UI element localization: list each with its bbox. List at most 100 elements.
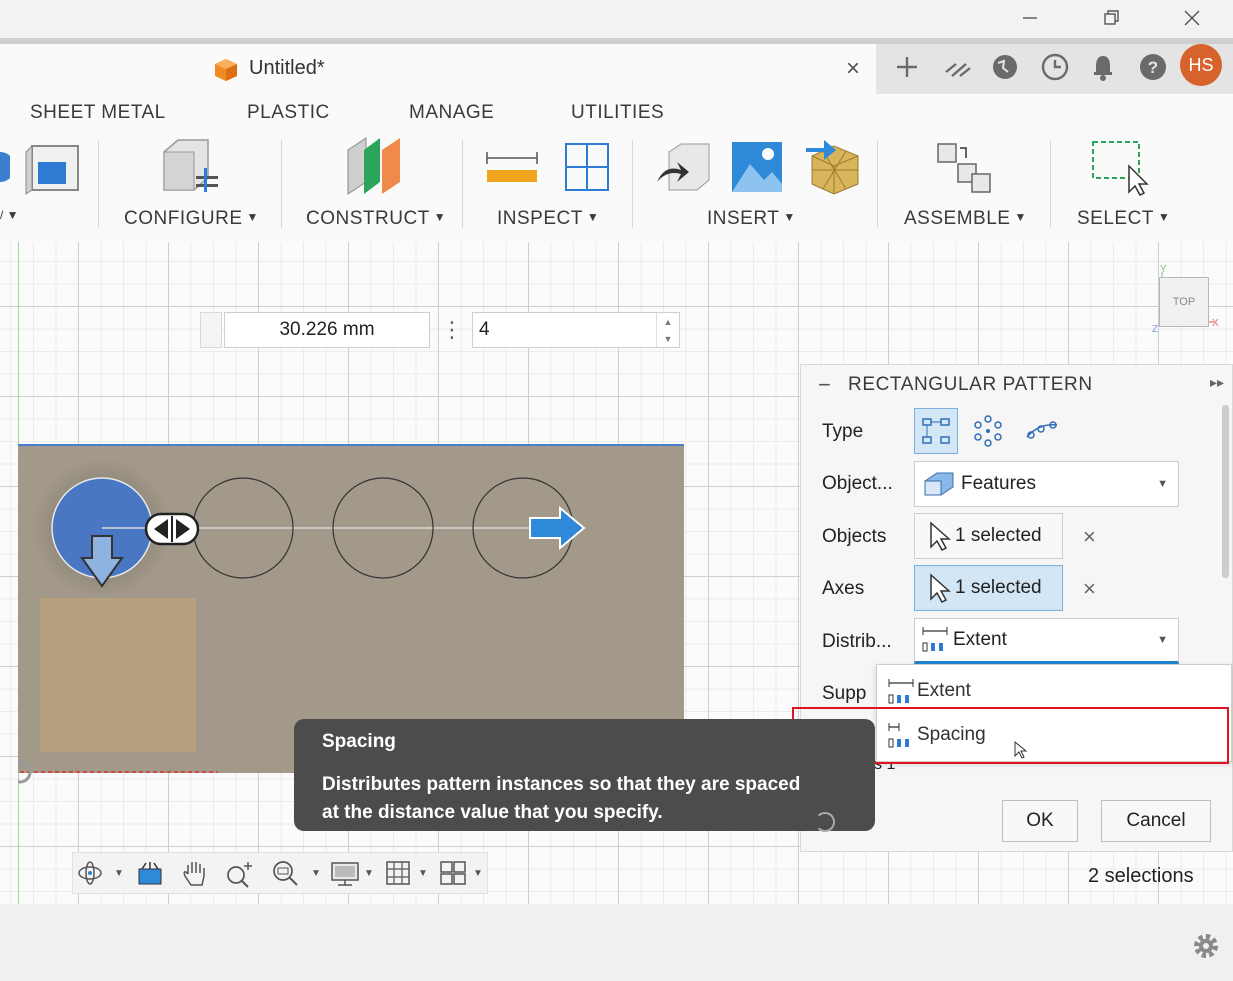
type-path-button[interactable] bbox=[1020, 408, 1064, 454]
construct-label: CONSTRUCT bbox=[306, 208, 430, 229]
tab-plastic[interactable]: PLASTIC bbox=[247, 102, 330, 124]
select-group[interactable]: SELECT ▼ bbox=[1077, 208, 1170, 230]
distance-input[interactable]: 30.226 mm bbox=[224, 312, 430, 348]
globe-icon[interactable] bbox=[988, 50, 1022, 84]
inspect-caret: ▼ bbox=[586, 210, 600, 224]
configure-caret: ▼ bbox=[246, 210, 259, 224]
tab-sheet-metal[interactable]: SHEET METAL bbox=[30, 102, 166, 124]
objects-clear-icon[interactable]: × bbox=[1083, 524, 1096, 550]
extent-icon bbox=[922, 627, 948, 652]
select-caret: ▼ bbox=[1157, 210, 1171, 224]
grid-caret[interactable]: ▼ bbox=[418, 857, 428, 889]
zoom-icon[interactable] bbox=[224, 857, 258, 889]
panel-scrollbar[interactable] bbox=[1222, 405, 1229, 578]
direction-flip-icon[interactable] bbox=[144, 512, 200, 546]
distance-arrow-icon[interactable] bbox=[529, 505, 586, 551]
ribbon-divider bbox=[1050, 140, 1051, 228]
cancel-button[interactable]: Cancel bbox=[1101, 800, 1211, 842]
section-analysis-icon[interactable] bbox=[562, 140, 612, 199]
clock-icon[interactable] bbox=[1038, 50, 1072, 84]
ribbon-divider bbox=[281, 140, 282, 228]
axes-label: Axes bbox=[822, 578, 865, 599]
tab-close-icon[interactable]: × bbox=[846, 55, 860, 83]
display-caret[interactable]: ▼ bbox=[364, 857, 374, 889]
help-icon[interactable]: ? bbox=[1136, 50, 1170, 84]
cursor-select-icon bbox=[930, 521, 951, 551]
configure-group[interactable]: CONFIGURE ▼ bbox=[124, 208, 259, 230]
look-at-icon[interactable] bbox=[136, 857, 164, 889]
orbit-caret[interactable]: ▼ bbox=[114, 857, 124, 889]
assemble-group[interactable]: ASSEMBLE ▼ bbox=[904, 208, 1027, 230]
fit-icon[interactable] bbox=[270, 857, 300, 889]
insert-derive-icon[interactable] bbox=[655, 142, 711, 199]
inspect-group[interactable]: INSPECT ▼ bbox=[497, 208, 599, 230]
objects-select-button[interactable]: 1 selected bbox=[914, 513, 1063, 559]
create-caret[interactable]: / ▼ bbox=[0, 208, 19, 222]
object-type-select[interactable]: Features ▼ bbox=[914, 461, 1179, 507]
input-drag-handle[interactable] bbox=[200, 312, 222, 348]
input-menu-icon[interactable]: ⋮ bbox=[440, 312, 464, 348]
quantity-input[interactable]: 4 bbox=[472, 312, 680, 348]
select-window-icon[interactable] bbox=[1091, 140, 1151, 201]
stepper-up-icon[interactable]: ▲ bbox=[664, 317, 673, 327]
viewports-caret[interactable]: ▼ bbox=[473, 857, 483, 889]
document-title: Untitled* bbox=[249, 57, 325, 79]
joint-icon[interactable] bbox=[934, 140, 994, 201]
object-type-value: Features bbox=[961, 473, 1036, 494]
plus-icon[interactable] bbox=[890, 50, 924, 84]
timeline-area bbox=[0, 904, 1233, 981]
distribution-select[interactable]: Extent ▼ bbox=[914, 618, 1179, 664]
type-rectangular-button[interactable] bbox=[914, 408, 958, 454]
box-icon[interactable] bbox=[24, 140, 82, 201]
plane-icon[interactable] bbox=[344, 136, 404, 201]
restore-icon[interactable] bbox=[1093, 6, 1129, 30]
dropdown-item-extent[interactable]: Extent bbox=[887, 677, 971, 705]
document-tab[interactable] bbox=[0, 44, 876, 94]
user-avatar[interactable]: HS bbox=[1180, 44, 1222, 86]
ribbon-divider bbox=[98, 140, 99, 228]
minimize-icon[interactable] bbox=[1012, 6, 1048, 30]
pan-hand-icon[interactable] bbox=[180, 857, 210, 889]
tooltip-line: Distributes pattern instances so that th… bbox=[322, 774, 801, 795]
construct-group[interactable]: CONSTRUCT ▼ bbox=[306, 208, 446, 230]
axes-clear-icon[interactable]: × bbox=[1083, 576, 1096, 602]
grid-icon[interactable] bbox=[384, 857, 412, 889]
fit-caret[interactable]: ▼ bbox=[311, 857, 321, 889]
dropdown-item-label: Extent bbox=[917, 680, 971, 701]
spacing-tooltip: Spacing Distributes pattern instances so… bbox=[294, 719, 875, 831]
ok-button[interactable]: OK bbox=[1002, 800, 1078, 842]
bell-icon[interactable] bbox=[1086, 50, 1120, 84]
select-label: SELECT bbox=[1077, 208, 1154, 229]
chevron-down-icon: ▼ bbox=[1157, 478, 1168, 490]
axes-select-button[interactable]: 1 selected bbox=[914, 565, 1063, 611]
tab-manage[interactable]: MANAGE bbox=[409, 102, 494, 124]
orbit-icon[interactable] bbox=[76, 857, 104, 889]
panel-expand-icon[interactable]: ▸▸ bbox=[1210, 374, 1224, 391]
gear-icon[interactable] bbox=[1190, 930, 1222, 970]
type-circular-button[interactable] bbox=[966, 408, 1010, 454]
quantity-stepper[interactable]: ▲ ▼ bbox=[656, 313, 679, 347]
measure-icon[interactable] bbox=[485, 150, 539, 193]
panel-title: RECTANGULAR PATTERN bbox=[848, 374, 1093, 395]
insert-image-icon[interactable] bbox=[730, 140, 784, 199]
viewports-icon[interactable] bbox=[438, 857, 468, 889]
objects-value: 1 selected bbox=[955, 525, 1042, 546]
svg-text:Y: Y bbox=[1160, 264, 1167, 275]
preview-checkbox[interactable] bbox=[815, 812, 835, 832]
insert-mesh-icon[interactable] bbox=[804, 136, 862, 201]
tab-utilities[interactable]: UTILITIES bbox=[571, 102, 664, 124]
rectangular-pattern-icon bbox=[922, 418, 950, 444]
svg-text:?: ? bbox=[1148, 58, 1158, 77]
insert-group[interactable]: INSERT ▼ bbox=[707, 208, 796, 230]
stepper-down-icon[interactable]: ▼ bbox=[664, 334, 673, 344]
display-settings-icon[interactable] bbox=[330, 857, 360, 889]
panel-collapse-icon[interactable]: − bbox=[818, 372, 831, 398]
svg-text:Z: Z bbox=[1152, 324, 1158, 335]
close-icon[interactable] bbox=[1174, 6, 1210, 30]
configure-icon[interactable] bbox=[160, 138, 222, 201]
viewcube[interactable]: TOP bbox=[1159, 277, 1209, 327]
stack-icon[interactable] bbox=[940, 50, 974, 84]
create-form-icon[interactable] bbox=[0, 142, 15, 197]
path-pattern-icon bbox=[1026, 421, 1058, 439]
object-type-label: Object... bbox=[822, 473, 893, 494]
